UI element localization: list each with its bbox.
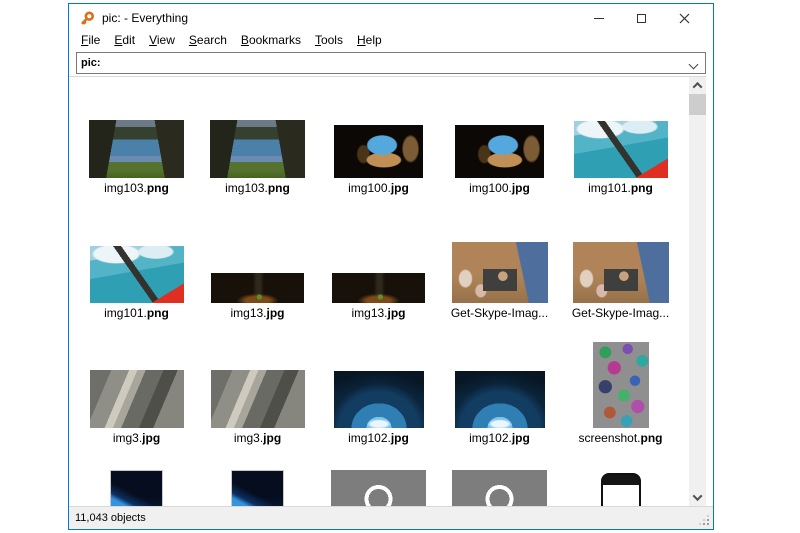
maximize-icon xyxy=(637,14,646,23)
file-item[interactable]: Get-Skype-Imag... xyxy=(560,202,681,327)
cliff-thumbnail xyxy=(211,370,305,428)
skype-thumbnail xyxy=(452,242,548,303)
cave-thumbnail xyxy=(334,125,423,178)
file-item[interactable]: Get-Skype-Imag... xyxy=(439,202,560,327)
scrollbar-thumb[interactable] xyxy=(689,94,706,115)
skype-thumbnail xyxy=(573,242,669,303)
search-row xyxy=(69,48,713,76)
menu-bookmarks[interactable]: Bookmarks xyxy=(234,33,308,47)
menu-file[interactable]: File xyxy=(74,33,107,47)
file-item[interactable]: img3.jpg xyxy=(197,327,318,452)
file-item[interactable]: img13.jpg xyxy=(197,202,318,327)
menu-edit[interactable]: Edit xyxy=(107,33,142,47)
marbles-thumbnail xyxy=(593,342,649,428)
file-name: Get-Skype-Imag... xyxy=(451,306,548,320)
hero-thumbnail xyxy=(110,470,163,506)
lake-thumbnail xyxy=(89,120,184,178)
file-name: screenshot.png xyxy=(578,431,662,445)
file-name: img103.png xyxy=(104,181,169,195)
file-name: img102.jpg xyxy=(469,431,530,445)
file-item[interactable]: img103.png xyxy=(197,77,318,202)
menu-view[interactable]: View xyxy=(142,33,182,47)
file-name: img3.jpg xyxy=(113,431,160,445)
file-item[interactable]: img101.png xyxy=(560,77,681,202)
placeholder-thumbnail xyxy=(331,470,426,506)
menu-bar: File Edit View Search Bookmarks Tools He… xyxy=(69,32,713,48)
file-item[interactable] xyxy=(318,452,439,506)
aerial-thumbnail xyxy=(90,246,184,303)
file-item[interactable]: img3.jpg xyxy=(76,327,197,452)
file-name: img100.jpg xyxy=(469,181,530,195)
status-bar: 11,043 objects xyxy=(69,506,713,529)
key-search-icon xyxy=(80,11,95,26)
results-area: img103.png img103.png img100.jpg img100.jpg… xyxy=(69,76,706,506)
file-item[interactable] xyxy=(76,452,197,506)
file-item[interactable]: img100.jpg xyxy=(439,77,560,202)
file-name: img101.png xyxy=(588,181,653,195)
file-item[interactable]: img100.jpg xyxy=(318,77,439,202)
search-input[interactable] xyxy=(76,52,706,74)
file-name: Get-Skype-Imag... xyxy=(572,306,669,320)
file-item[interactable]: img102.jpg xyxy=(439,327,560,452)
title-bar[interactable]: pic: - Everything xyxy=(69,4,713,32)
everything-window: pic: - Everything File Edit View Search … xyxy=(68,3,714,530)
close-button[interactable] xyxy=(663,4,706,32)
grid-row: img101.png img13.jpg img13.jpg Get-Skype-Im… xyxy=(69,202,689,327)
placeholder-thumbnail xyxy=(452,470,547,506)
file-name: img100.jpg xyxy=(348,181,409,195)
file-name: img13.jpg xyxy=(230,306,284,320)
vertical-scrollbar[interactable] xyxy=(689,77,706,506)
resize-grip[interactable] xyxy=(707,523,709,525)
chevron-up-icon xyxy=(693,82,703,92)
file-item[interactable]: screenshot.png xyxy=(560,327,681,452)
icecave-thumbnail xyxy=(334,371,424,428)
file-item[interactable] xyxy=(439,452,560,506)
file-item[interactable] xyxy=(560,452,681,506)
hero-thumbnail xyxy=(231,470,284,506)
night-thumbnail xyxy=(211,273,304,303)
minimize-button[interactable] xyxy=(577,4,620,32)
menu-tools[interactable]: Tools xyxy=(308,33,350,47)
close-icon xyxy=(679,13,690,24)
file-item[interactable]: img101.png xyxy=(76,202,197,327)
lake-thumbnail xyxy=(210,120,305,178)
menu-search[interactable]: Search xyxy=(182,33,234,47)
file-item[interactable]: img102.jpg xyxy=(318,327,439,452)
object-count: 11,043 objects xyxy=(75,512,146,524)
grid-row: img3.jpg img3.jpg img102.jpg img102.jpg scre… xyxy=(69,327,689,452)
file-item[interactable] xyxy=(197,452,318,506)
maximize-button[interactable] xyxy=(620,4,663,32)
cliff-thumbnail xyxy=(90,370,184,428)
minimize-icon xyxy=(594,18,604,19)
grid-row xyxy=(69,452,689,506)
phone-thumbnail xyxy=(601,473,641,506)
chevron-down-icon xyxy=(693,491,703,501)
night-thumbnail xyxy=(332,273,425,303)
file-item[interactable]: img103.png xyxy=(76,77,197,202)
cave-thumbnail xyxy=(455,125,544,178)
file-name: img13.jpg xyxy=(351,306,405,320)
file-name: img102.jpg xyxy=(348,431,409,445)
file-name: img103.png xyxy=(225,181,290,195)
scroll-up-button[interactable] xyxy=(689,77,706,94)
menu-help[interactable]: Help xyxy=(350,33,389,47)
file-item[interactable]: img13.jpg xyxy=(318,202,439,327)
window-controls xyxy=(577,4,706,32)
thumbnail-grid: img103.png img103.png img100.jpg img100.jpg… xyxy=(69,77,689,506)
file-name: img3.jpg xyxy=(234,431,281,445)
scroll-down-button[interactable] xyxy=(689,489,706,506)
window-title: pic: - Everything xyxy=(102,11,188,25)
grid-row: img103.png img103.png img100.jpg img100.jpg… xyxy=(69,77,689,202)
aerial-thumbnail xyxy=(574,121,668,178)
icecave-thumbnail xyxy=(455,371,545,428)
file-name: img101.png xyxy=(104,306,169,320)
